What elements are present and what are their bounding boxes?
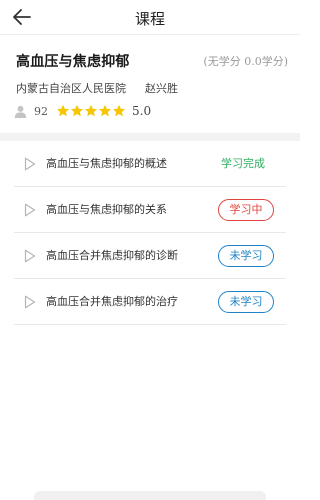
user-icon <box>14 105 27 118</box>
lesson-item[interactable]: 高血压与焦虑抑郁的概述 学习完成 <box>14 141 286 187</box>
page-title: 课程 <box>134 10 165 28</box>
lesson-status-badge: 未学习 <box>218 291 274 313</box>
course-credit: (无学分 0.0学分) <box>203 55 288 68</box>
play-icon <box>24 157 36 171</box>
section-divider <box>0 133 300 141</box>
star-icon <box>84 104 98 117</box>
star-icon <box>98 104 112 117</box>
play-icon <box>24 249 36 263</box>
lesson-title: 高血压与焦虑抑郁的概述 <box>46 157 167 170</box>
bottom-handle <box>34 491 266 500</box>
doctor-name: 赵兴胜 <box>145 82 178 95</box>
lesson-title: 高血压合并焦虑抑郁的治疗 <box>46 295 178 308</box>
lesson-item[interactable]: 高血压合并焦虑抑郁的诊断 未学习 <box>14 233 286 279</box>
star-icon <box>56 104 70 117</box>
rating-value: 5.0 <box>132 104 152 118</box>
course-stats: 92 5.0 <box>14 102 151 120</box>
lesson-title: 高血压合并焦虑抑郁的诊断 <box>46 249 178 262</box>
play-icon <box>24 203 36 217</box>
course-title: 高血压与焦虑抑郁 <box>16 54 130 70</box>
star-icon <box>70 104 84 117</box>
lesson-status-badge: 学习中 <box>218 199 274 221</box>
rating-stars <box>56 104 126 118</box>
lesson-list: 高血压与焦虑抑郁的概述 学习完成高血压与焦虑抑郁的关系 学习中高血压合并焦虑抑郁的诊… <box>14 141 286 325</box>
learner-count: 92 <box>34 104 48 118</box>
star-icon <box>112 104 126 117</box>
lesson-title: 高血压与焦虑抑郁的关系 <box>46 203 167 216</box>
lesson-item[interactable]: 高血压合并焦虑抑郁的治疗 未学习 <box>14 279 286 325</box>
lesson-item[interactable]: 高血压与焦虑抑郁的关系 学习中 <box>14 187 286 233</box>
top-bar: 课程 <box>0 0 300 35</box>
lesson-status-badge: 未学习 <box>218 245 274 267</box>
hospital-name: 内蒙古自治区人民医院 <box>16 82 126 95</box>
play-icon <box>24 295 36 309</box>
course-header: 高血压与焦虑抑郁 (无学分 0.0学分) 内蒙古自治区人民医院 赵兴胜 92 5… <box>0 36 300 133</box>
lesson-status-badge: 学习完成 <box>221 157 265 170</box>
